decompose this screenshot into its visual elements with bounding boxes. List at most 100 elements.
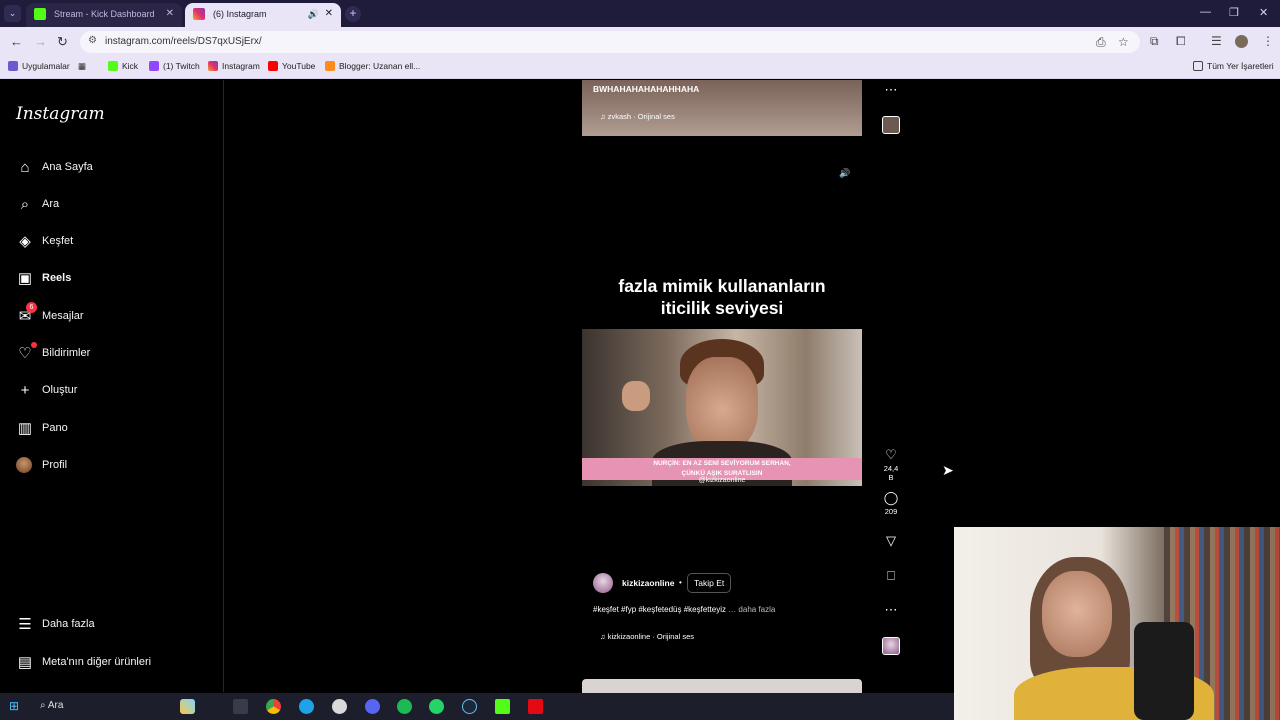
back-icon[interactable]: ←	[10, 34, 23, 49]
reload-icon[interactable]: ↻	[57, 34, 68, 50]
sidebar-item-label: Bildirimler	[42, 347, 91, 359]
grid-icon[interactable]: ▦	[78, 61, 86, 72]
sidebar-item-notifications[interactable]: ♡ Bildirimler	[16, 342, 206, 367]
reel-hashtags: #keşfet #fyp #keşfetedüş #keşfetteyiz … …	[593, 605, 775, 614]
bookmark-kick[interactable]: Kick	[108, 61, 138, 71]
translate-icon[interactable]: ⧉	[1150, 34, 1159, 49]
chrome-icon[interactable]	[266, 699, 281, 714]
sidebar-item-search[interactable]: ⌕ Ara	[16, 194, 206, 218]
bookmark-blogger[interactable]: Blogger: Uzanan ell...	[325, 61, 420, 71]
video-hand	[622, 381, 650, 411]
more-menu-icon[interactable]: ⋮	[1262, 34, 1274, 48]
copilot-icon[interactable]	[180, 699, 195, 714]
sidebar-item-home[interactable]: ⌂ Ana Sayfa	[16, 157, 206, 181]
sidebar-item-explore[interactable]: ◈ Keşfet	[16, 231, 206, 255]
kick-icon	[34, 8, 46, 20]
steam-icon[interactable]	[462, 699, 477, 714]
sidebar-item-label: Reels	[42, 272, 72, 284]
meta-icon: ▤	[17, 654, 33, 671]
dashboard-icon: ▥	[17, 420, 33, 437]
subtitle-line: NURÇİN: EN AZ SENİ SEVİYORUM SERHAN,	[653, 460, 791, 467]
video-watermark: @kizkizaonline	[698, 477, 746, 484]
sidebar-item-label: Ana Sayfa	[42, 161, 93, 173]
tab-search-button[interactable]: ⌄	[4, 5, 21, 22]
extensions-icon[interactable]: ⧠	[1176, 34, 1186, 49]
microphone	[1134, 622, 1194, 720]
windows-start-icon[interactable]: ⊞	[9, 700, 22, 713]
spotify-icon[interactable]	[397, 699, 412, 714]
previous-reel-audio[interactable]: ♫ zvkash · Orijinal ses	[600, 112, 675, 121]
whatsapp-icon[interactable]	[429, 699, 444, 714]
youtube-icon	[268, 61, 278, 71]
previous-reel-audio-thumbnail[interactable]	[882, 116, 900, 134]
menu-icon: ☰	[18, 616, 32, 633]
discord-icon[interactable]	[365, 699, 380, 714]
edge-icon[interactable]	[299, 699, 314, 714]
tab-instagram[interactable]: (6) Instagram 🔊 ✕	[185, 3, 341, 27]
task-view-icon[interactable]	[233, 699, 248, 714]
speaker-icon[interactable]: 🔊	[308, 3, 319, 25]
speaker-icon[interactable]: 🔊	[839, 168, 853, 182]
twitch-icon	[149, 61, 159, 71]
reel-video[interactable]: 🔊 fazla mimik kullananların iticilik sev…	[582, 158, 862, 657]
all-bookmarks[interactable]: Tüm Yer İşaretleri	[1193, 61, 1274, 71]
show-more-link[interactable]: … daha fazla	[728, 605, 775, 614]
tab-kick-dashboard[interactable]: Stream - Kick Dashboard ✕	[26, 3, 182, 27]
bookmark-star-icon[interactable]: ☆	[1118, 35, 1129, 49]
media-controls-icon[interactable]: ☰	[1211, 34, 1222, 48]
comment-button[interactable]: ◯ 209	[881, 490, 901, 516]
unread-badge: 6	[26, 302, 37, 313]
previous-reel[interactable]: BWHAHAHAHAHAHHAHA ♫ zvkash · Orijinal se…	[582, 80, 862, 136]
close-tab-icon[interactable]: ✕	[325, 3, 333, 25]
search-icon: ⌕	[20, 196, 30, 213]
forward-icon[interactable]: →	[34, 34, 47, 49]
bookmark-apps[interactable]: Uygulamalar	[8, 61, 70, 71]
sidebar-item-profile[interactable]: Profil	[16, 455, 206, 479]
minimize-icon[interactable]: —	[1200, 6, 1211, 18]
tab-title: Stream - Kick Dashboard	[54, 9, 155, 19]
bookmark-youtube[interactable]: YouTube	[268, 61, 315, 71]
blogger-icon	[325, 61, 335, 71]
more-button[interactable]: ⋯	[881, 602, 901, 618]
netflix-icon[interactable]	[528, 699, 543, 714]
restore-icon[interactable]: ❐	[1229, 6, 1239, 19]
owner-username[interactable]: kizkizaonline	[622, 578, 674, 588]
sidebar-item-dashboard[interactable]: ▥ Pano	[16, 418, 206, 442]
profile-avatar[interactable]	[1235, 35, 1248, 48]
follow-button[interactable]: Takip Et	[687, 573, 732, 593]
share-button[interactable]: ▽	[881, 533, 901, 549]
reel-caption: fazla mimik kullananların iticilik seviy…	[582, 275, 862, 319]
instagram-icon	[208, 61, 218, 71]
xbox-icon[interactable]	[495, 699, 510, 714]
instagram-icon	[193, 8, 205, 20]
install-icon[interactable]: ⎙	[1096, 35, 1106, 50]
tab-title: (6) Instagram	[213, 9, 267, 19]
previous-reel-more-button[interactable]: ⋯	[881, 82, 901, 98]
obs-icon[interactable]	[332, 699, 347, 714]
reel-audio[interactable]: ♫ kizkizaonline · Orijinal ses	[600, 632, 694, 641]
like-button[interactable]: ♡ 24,4 B	[881, 447, 901, 482]
sidebar-item-create[interactable]: + Oluştur	[16, 380, 206, 404]
close-window-icon[interactable]: ✕	[1259, 6, 1268, 19]
audio-thumbnail[interactable]	[882, 637, 900, 655]
address-bar[interactable]: ⚙ instagram.com/reels/DS7qxUSjErx/ ⎙ ☆	[80, 31, 1140, 53]
sidebar-item-reels[interactable]: ▣ Reels	[16, 268, 206, 292]
taskbar-search[interactable]: ⌕ Ara	[40, 700, 63, 711]
sidebar-item-messages[interactable]: ✉ 6 Mesajlar	[16, 302, 206, 330]
new-tab-button[interactable]: +	[345, 6, 361, 22]
bookmark-twitch[interactable]: (1) Twitch	[149, 61, 200, 71]
owner-avatar[interactable]	[593, 573, 613, 593]
instagram-logo[interactable]: Instagram	[16, 104, 105, 124]
sidebar-item-label: Oluştur	[42, 384, 78, 396]
sidebar-item-label: Mesajlar	[42, 310, 84, 322]
sidebar-item-meta[interactable]: ▤ Meta'nın diğer ürünleri	[16, 652, 206, 676]
comment-count: 209	[884, 507, 898, 516]
next-reel[interactable]	[582, 679, 862, 693]
hashtag-text[interactable]: #keşfet #fyp #keşfetedüş #keşfetteyiz	[593, 605, 726, 614]
close-tab-icon[interactable]: ✕	[166, 3, 174, 25]
apps-icon	[8, 61, 18, 71]
save-button[interactable]: ⎕	[881, 568, 901, 584]
bookmark-instagram[interactable]: Instagram	[208, 61, 260, 71]
site-info-icon[interactable]: ⚙	[88, 35, 102, 49]
sidebar-item-more[interactable]: ☰ Daha fazla	[16, 614, 206, 638]
